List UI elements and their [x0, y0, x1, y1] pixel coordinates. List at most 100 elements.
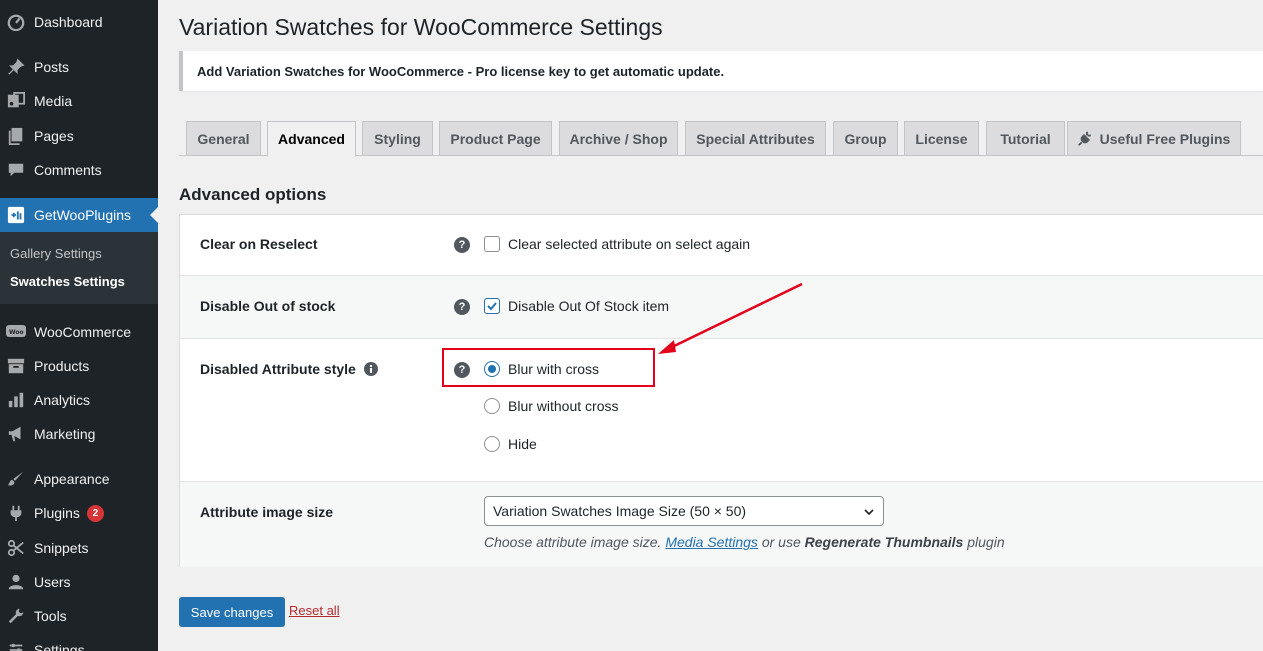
option-label: Clear on Reselect	[200, 236, 318, 252]
sidebar-item-dashboard[interactable]: Dashboard	[0, 5, 158, 39]
sidebar-item-label: Products	[34, 358, 90, 374]
radio-label: Hide	[508, 436, 537, 452]
sidebar-item-label: Appearance	[34, 471, 110, 487]
save-changes-button[interactable]: Save changes	[179, 597, 285, 627]
annotation-highlight-box	[442, 348, 655, 387]
sidebar-item-label: Analytics	[34, 392, 91, 408]
user-icon	[6, 572, 26, 592]
button-label: Save changes	[190, 604, 274, 620]
desc-middle: or use	[761, 534, 801, 550]
tab-useful-free-plugins[interactable]: Useful Free Plugins	[1067, 121, 1241, 156]
checkbox-label: Clear selected attribute on select again	[508, 236, 751, 252]
license-notice: Add Variation Swatches for WooCommerce -…	[179, 51, 1263, 91]
sidebar-item-label: Comments	[34, 162, 102, 178]
sidebar-item-settings[interactable]: Settings	[0, 633, 158, 651]
reset-all-link[interactable]: Reset all	[289, 603, 340, 618]
clear-on-reselect-checkbox[interactable]: Clear selected attribute on select again	[484, 236, 750, 252]
select-value: Variation Swatches Image Size (50 × 50)	[493, 503, 747, 519]
image-size-select[interactable]: Variation Swatches Image Size (50 × 50)	[484, 496, 884, 526]
settings-tabs: General Advanced Styling Product Page Ar…	[179, 121, 1263, 157]
tab-label: Group	[844, 130, 887, 147]
tab-label: Archive / Shop	[569, 130, 668, 147]
option-row-attribute-image-size: Attribute image size Variation Swatches …	[180, 482, 1263, 567]
radio-hide[interactable]: Hide	[484, 436, 537, 452]
checkbox-box[interactable]	[484, 298, 500, 314]
sidebar-item-getwooplugins[interactable]: GetWooPlugins	[0, 198, 158, 232]
info-icon[interactable]	[363, 362, 378, 376]
sidebar-item-label: Snippets	[34, 540, 89, 556]
checkbox-box[interactable]	[484, 236, 500, 252]
sidebar-item-snippets[interactable]: Snippets	[0, 531, 158, 565]
pin-icon	[6, 57, 26, 77]
tab-label: General	[197, 130, 250, 147]
plug-icon	[6, 503, 26, 523]
submenu-item-swatches-settings[interactable]: Swatches Settings	[10, 274, 125, 289]
option-label: Disable Out of stock	[200, 298, 336, 314]
comment-icon	[6, 160, 26, 180]
sidebar-item-label: GetWooPlugins	[34, 207, 132, 223]
tab-tutorial[interactable]: Tutorial	[986, 121, 1065, 156]
sidebar-item-marketing[interactable]: Marketing	[0, 417, 158, 451]
sidebar-item-comments[interactable]: Comments	[0, 153, 158, 187]
tab-group[interactable]: Group	[833, 121, 898, 156]
media-icon	[6, 91, 26, 111]
sidebar-item-pages[interactable]: Pages	[0, 119, 158, 153]
sidebar-item-plugins[interactable]: Plugins 2	[0, 496, 158, 530]
notice-text: Add Variation Swatches for WooCommerce -…	[197, 63, 725, 79]
sidebar-item-woocommerce[interactable]: Woo WooCommerce	[0, 315, 158, 349]
media-settings-link[interactable]: Media Settings	[665, 534, 758, 550]
scissors-icon	[6, 538, 26, 558]
sidebar-item-label: Media	[34, 93, 73, 109]
tab-general[interactable]: General	[186, 121, 261, 156]
submenu-item-gallery-settings[interactable]: Gallery Settings	[10, 246, 102, 261]
tab-label: Special Attributes	[696, 130, 815, 147]
option-row-disabled-attribute-style: Disabled Attribute style ? Blur with cro…	[180, 339, 1263, 482]
options-table: Clear on Reselect ? Clear selected attri…	[179, 214, 1263, 567]
tab-advanced[interactable]: Advanced	[267, 121, 356, 157]
tab-styling[interactable]: Styling	[362, 121, 433, 156]
sidebar-item-tools[interactable]: Tools	[0, 599, 158, 633]
sidebar-item-products[interactable]: Products	[0, 349, 158, 383]
sidebar-submenu: Gallery Settings Swatches Settings	[0, 232, 158, 304]
sidebar-item-appearance[interactable]: Appearance	[0, 462, 158, 496]
tab-label: Styling	[374, 130, 421, 147]
chevron-down-icon	[863, 505, 875, 521]
tab-label: Useful Free Plugins	[1099, 130, 1231, 147]
dashboard-icon	[6, 12, 26, 32]
brush-icon	[6, 469, 26, 489]
sidebar-item-users[interactable]: Users	[0, 565, 158, 599]
plug-icon	[1077, 131, 1093, 146]
regenerate-thumbnails-text: Regenerate Thumbnails	[804, 534, 964, 550]
pages-icon	[6, 126, 26, 146]
sidebar-item-label: Dashboard	[34, 14, 103, 30]
archive-icon	[6, 356, 26, 376]
tab-license[interactable]: License	[904, 121, 979, 156]
help-icon[interactable]: ?	[454, 237, 470, 253]
desc-suffix: plugin	[967, 534, 1005, 550]
admin-sidebar: Dashboard Posts Media Pages Comments Get…	[0, 0, 158, 651]
tab-label: Advanced	[278, 131, 345, 147]
radio-button[interactable]	[484, 398, 500, 414]
tab-product-page[interactable]: Product Page	[439, 121, 552, 156]
radio-blur-without-cross[interactable]: Blur without cross	[484, 398, 618, 414]
sidebar-item-media[interactable]: Media	[0, 84, 158, 118]
sidebar-item-label: Plugins	[34, 505, 80, 521]
sidebar-item-analytics[interactable]: Analytics	[0, 383, 158, 417]
sidebar-item-label: Marketing	[34, 426, 96, 442]
svg-text:Woo: Woo	[9, 329, 24, 336]
tab-archive-shop[interactable]: Archive / Shop	[559, 121, 678, 156]
sidebar-item-label: Settings	[34, 642, 85, 651]
help-icon[interactable]: ?	[454, 299, 470, 315]
tab-special-attributes[interactable]: Special Attributes	[685, 121, 826, 156]
option-row-clear-on-reselect: Clear on Reselect ? Clear selected attri…	[180, 215, 1263, 276]
settings-icon	[6, 640, 26, 651]
sidebar-item-posts[interactable]: Posts	[0, 50, 158, 84]
sidebar-item-label: Pages	[34, 128, 74, 144]
woocommerce-icon: Woo	[6, 322, 26, 342]
update-count-badge: 2	[86, 504, 104, 522]
option-label-text: Disabled Attribute style	[200, 361, 356, 377]
radio-button[interactable]	[484, 436, 500, 452]
radio-label: Blur without cross	[508, 398, 619, 414]
tab-label: Tutorial	[1000, 130, 1051, 147]
bar-chart-icon	[6, 390, 26, 410]
